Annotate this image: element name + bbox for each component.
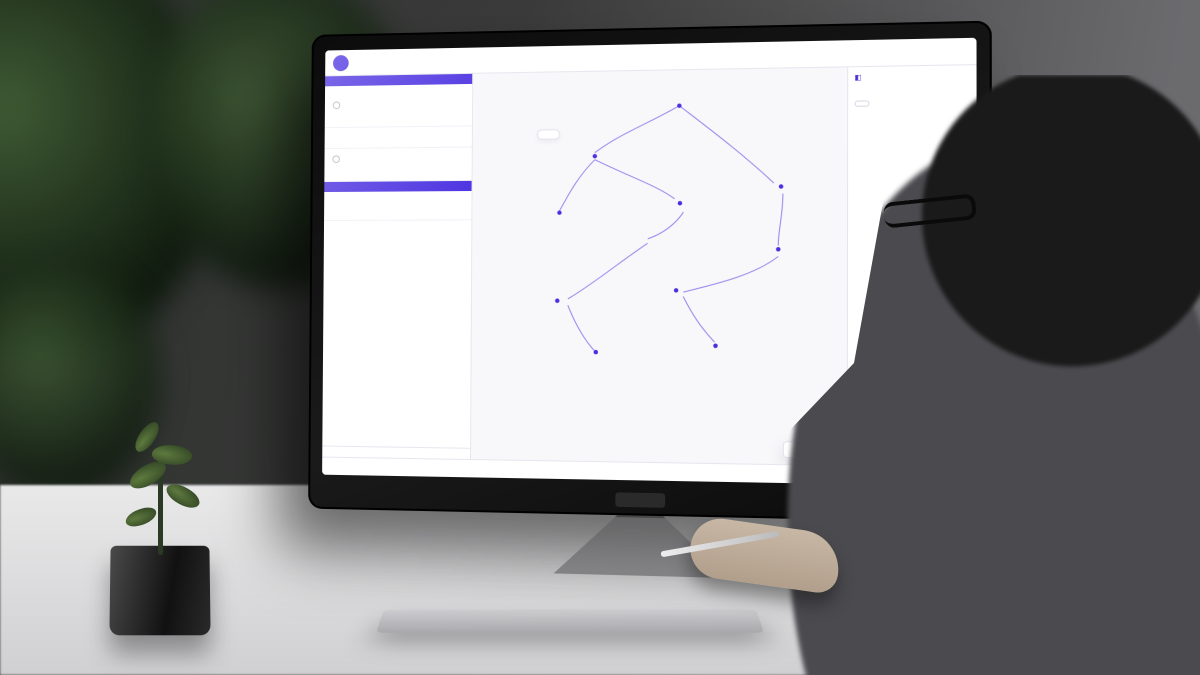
sidebar-group-1[interactable] [325, 126, 472, 149]
sidebar-group-0-line-2 [325, 117, 472, 123]
keyboard [376, 610, 764, 633]
desk-plant [80, 435, 230, 635]
sidebar-group-2-line-2 [324, 172, 471, 177]
flow-edges [471, 67, 847, 392]
top-nav [382, 61, 414, 62]
note-chip[interactable] [537, 129, 559, 139]
profiles-button[interactable] [927, 50, 940, 54]
flow-canvas[interactable] [471, 67, 847, 465]
details-button[interactable] [855, 100, 870, 106]
sidebar-results-line-3 [324, 211, 471, 216]
sidebar-results [324, 191, 472, 221]
sidebar-group-2[interactable] [324, 148, 471, 183]
connect-button[interactable] [901, 50, 914, 54]
breadcrumb [422, 59, 434, 63]
sidebar-group-1-line-1 [325, 138, 472, 144]
brand-logo-icon[interactable] [333, 55, 349, 71]
sidebar [322, 74, 473, 459]
sidebar-group-0[interactable] [325, 93, 472, 128]
